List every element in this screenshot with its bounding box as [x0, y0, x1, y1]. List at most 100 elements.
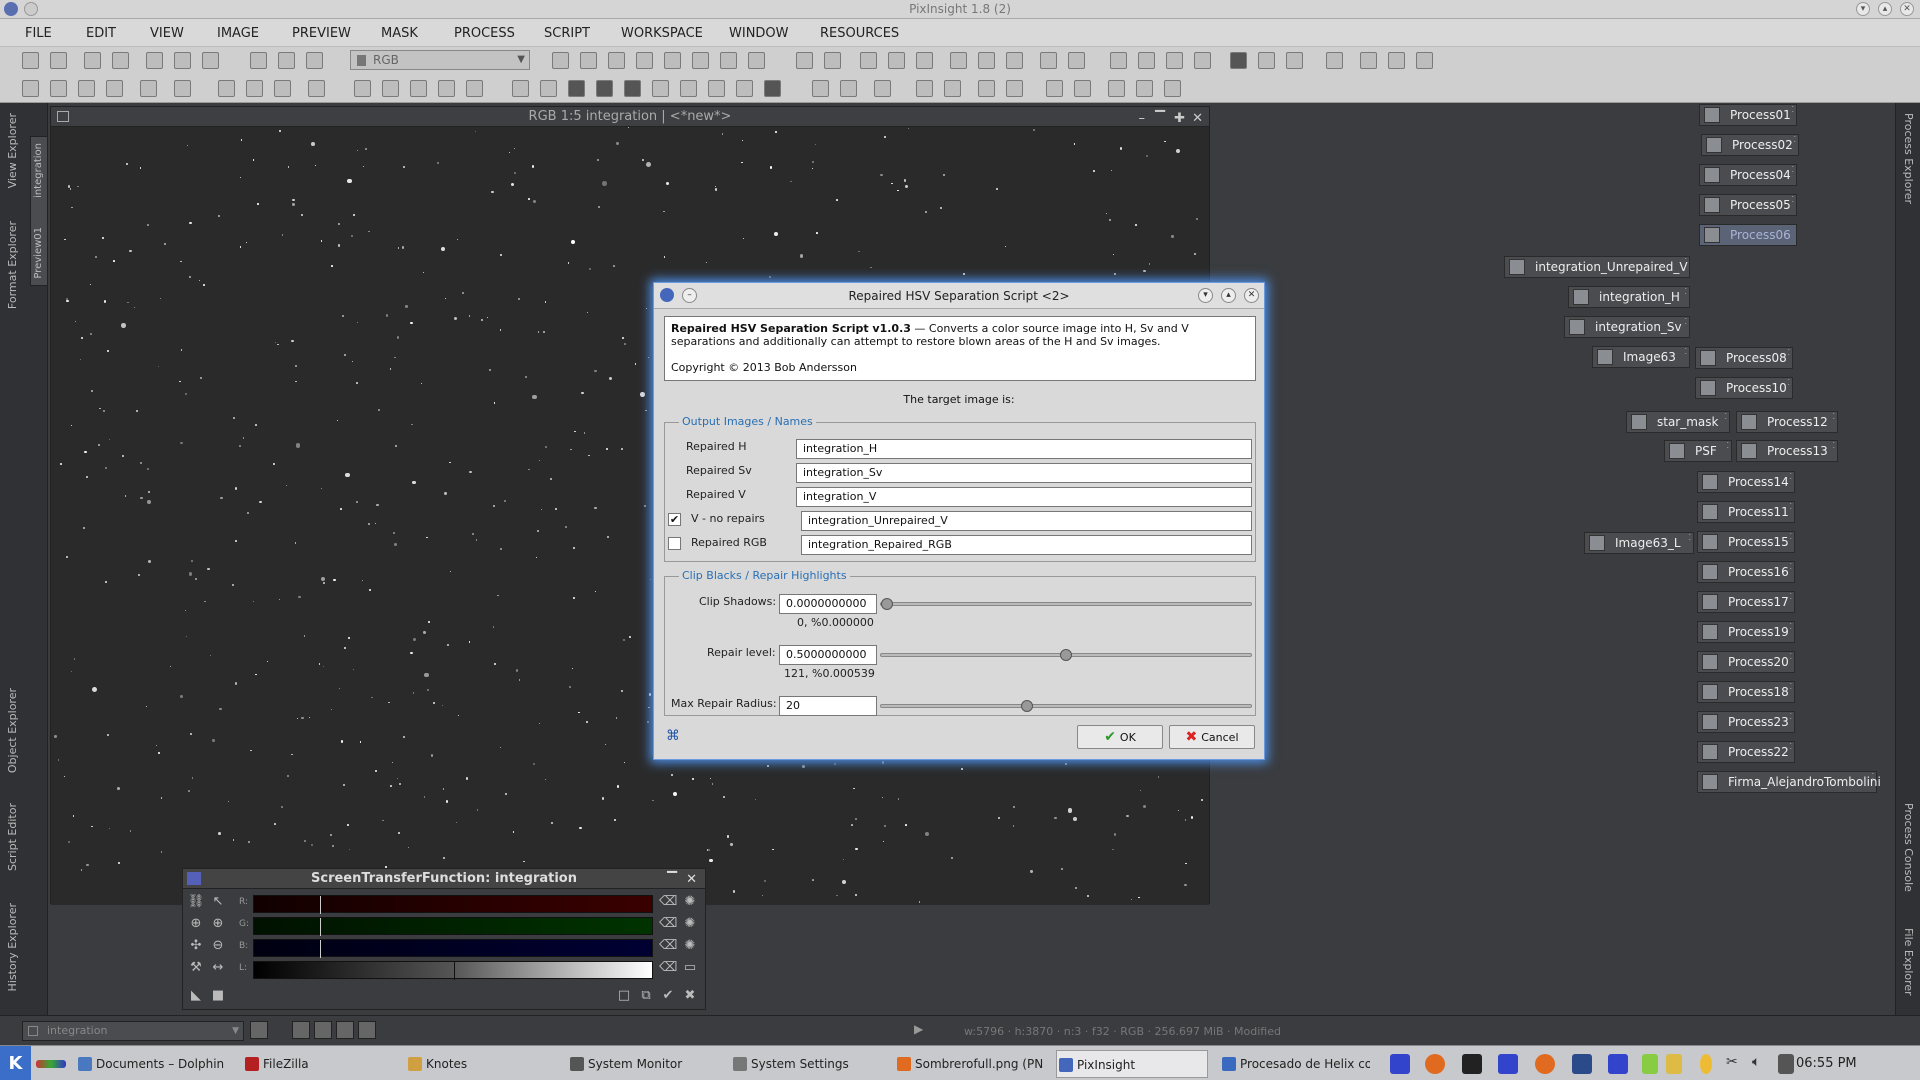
clip-shadows-slider[interactable]: [880, 598, 1252, 610]
pixinsight-launcher-icon[interactable]: [1608, 1054, 1628, 1074]
undo-all-icon[interactable]: [84, 52, 101, 69]
process-icon[interactable]: Process14 ⁚: [1697, 471, 1795, 493]
tab-format-explorer[interactable]: Format Explorer: [6, 221, 19, 309]
crop-icon[interactable]: [540, 80, 557, 97]
maximize-icon[interactable]: ▴: [1878, 2, 1892, 16]
menu-preview[interactable]: PREVIEW: [292, 26, 351, 41]
clone-icon[interactable]: [202, 52, 219, 69]
menu-process[interactable]: PROCESS: [454, 26, 515, 41]
layout-icon[interactable]: [1108, 80, 1125, 97]
mask-remove-icon[interactable]: [1194, 52, 1211, 69]
duplicate-icon[interactable]: [174, 52, 191, 69]
max-radius-input[interactable]: 20: [779, 696, 877, 716]
process-icon[interactable]: Process16 ⁚: [1697, 561, 1795, 583]
task-pixinsight[interactable]: PixInsight: [1056, 1050, 1208, 1078]
tools-icon[interactable]: ✂: [1726, 1054, 1742, 1074]
repaired-sv-input[interactable]: integration_Sv: [796, 463, 1252, 483]
fit-view-icon[interactable]: [950, 52, 967, 69]
menu-mask[interactable]: MASK: [381, 26, 418, 41]
play-icon[interactable]: ▶: [914, 1022, 923, 1036]
process-icon[interactable]: Process23 ⁚: [1697, 711, 1795, 733]
stf-blue-channel[interactable]: [253, 939, 653, 958]
process-icon[interactable]: Process13 ⁚: [1736, 440, 1838, 462]
link-channels-icon[interactable]: ⛓: [187, 893, 205, 911]
process-icon[interactable]: star_mask ⁚: [1626, 411, 1730, 433]
zoom-fit-icon[interactable]: [888, 52, 905, 69]
stf-marker[interactable]: [454, 962, 455, 980]
process-icon[interactable]: Image63 ⁚: [1592, 346, 1690, 368]
task-system-settings[interactable]: System Settings: [731, 1050, 881, 1078]
display-icon[interactable]: [916, 80, 933, 97]
process-icon[interactable]: Process15 ⁚: [1697, 531, 1795, 553]
slider-handle[interactable]: [1060, 649, 1072, 661]
monitor-icon[interactable]: ▭: [681, 959, 699, 977]
display-icon[interactable]: [840, 80, 857, 97]
tab-view-explorer[interactable]: View Explorer: [6, 113, 19, 188]
mode-icon[interactable]: [292, 1021, 310, 1039]
select-icon[interactable]: [748, 52, 765, 69]
tab-object-explorer[interactable]: Object Explorer: [6, 688, 19, 773]
grid-tool-icon[interactable]: [106, 80, 123, 97]
menu-workspace[interactable]: WORKSPACE: [621, 26, 703, 41]
auto-stretch-icon[interactable]: ✺: [681, 893, 699, 911]
channel-icon[interactable]: [624, 80, 641, 97]
flip-icon[interactable]: [466, 80, 483, 97]
tab-file-explorer[interactable]: File Explorer: [1902, 928, 1915, 996]
tile-icon[interactable]: [978, 52, 995, 69]
stf-marker[interactable]: [320, 918, 321, 936]
minimize-icon[interactable]: ▾: [1198, 288, 1213, 303]
mirror-icon[interactable]: [438, 80, 455, 97]
undo-icon[interactable]: [22, 52, 39, 69]
geometry-icon[interactable]: [308, 80, 325, 97]
reset-icon[interactable]: ⌫: [659, 893, 677, 911]
close-icon[interactable]: ✕: [686, 870, 697, 889]
crop-icon[interactable]: [512, 80, 529, 97]
close-icon[interactable]: ✕: [1192, 109, 1203, 128]
process-icon[interactable]: Process05 ⁚: [1699, 194, 1797, 216]
save-as-icon[interactable]: [306, 52, 323, 69]
grid-tool-icon[interactable]: [174, 80, 191, 97]
tab-process-console[interactable]: Process Console: [1902, 803, 1915, 892]
maximize-icon[interactable]: ▴: [1221, 288, 1236, 303]
apply-icon[interactable]: ✔: [659, 987, 677, 1005]
zoom-out-icon[interactable]: [824, 52, 841, 69]
stf-luminance-channel[interactable]: [253, 961, 653, 980]
task-document[interactable]: Procesado de Helix co: [1220, 1050, 1370, 1078]
new-image-icon[interactable]: [146, 52, 163, 69]
menu-edit[interactable]: EDIT: [86, 26, 116, 41]
dynamic-icon[interactable]: [720, 52, 737, 69]
menu-resources[interactable]: RESOURCES: [820, 26, 899, 41]
tab-script-editor[interactable]: Script Editor: [6, 803, 19, 871]
tab-integration[interactable]: integration: [33, 143, 44, 198]
grid-tool-icon[interactable]: [78, 80, 95, 97]
histogram-icon[interactable]: [1326, 52, 1343, 69]
tab-history-explorer[interactable]: History Explorer: [6, 903, 19, 991]
menu-view[interactable]: VIEW: [150, 26, 184, 41]
process-icon[interactable]: Process19 ⁚: [1697, 621, 1795, 643]
process-icon[interactable]: Process12 ⁚: [1736, 411, 1838, 433]
readout-mode-icon[interactable]: [552, 52, 569, 69]
view-selector[interactable]: integration ▼: [22, 1021, 244, 1041]
channel-icon[interactable]: [680, 80, 697, 97]
zoom-in-icon[interactable]: ⊕: [187, 915, 205, 933]
open-icon[interactable]: [250, 52, 267, 69]
mode-icon[interactable]: [358, 1021, 376, 1039]
display-icon[interactable]: [874, 80, 891, 97]
layout-icon[interactable]: [1164, 80, 1181, 97]
shade-icon[interactable]: ▔: [667, 870, 677, 889]
new-instance-icon[interactable]: ⌘: [666, 728, 680, 744]
pan-icon[interactable]: ↔: [209, 959, 227, 977]
shade-icon[interactable]: ▔: [1155, 109, 1165, 128]
folder-icon[interactable]: [1666, 1054, 1682, 1074]
iconize-icon[interactable]: [1040, 52, 1057, 69]
ok-button[interactable]: ✔ OK: [1077, 725, 1163, 749]
zoom-in-icon[interactable]: ⊕: [209, 915, 227, 933]
menu-file[interactable]: FILE: [25, 26, 52, 41]
volume-icon[interactable]: 🔈︎: [1752, 1054, 1768, 1074]
notes-icon[interactable]: [1642, 1054, 1658, 1074]
repaired-h-input[interactable]: integration_H: [796, 439, 1252, 459]
grid-tool-icon[interactable]: [22, 80, 39, 97]
mask-invert-icon[interactable]: [1138, 52, 1155, 69]
channel-icon[interactable]: [708, 80, 725, 97]
geometry-icon[interactable]: [274, 80, 291, 97]
